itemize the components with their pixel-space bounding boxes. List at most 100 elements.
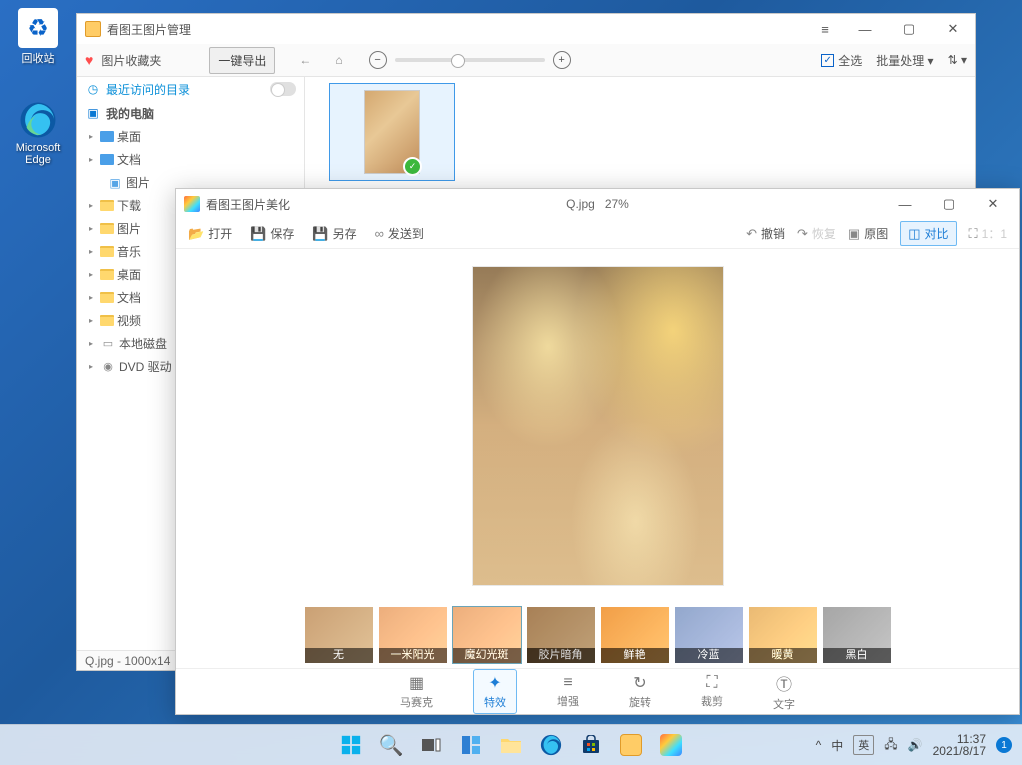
minimize-button[interactable]: — xyxy=(843,14,887,44)
maximize-button[interactable]: ▢ xyxy=(887,14,931,44)
tool-enhance[interactable]: ≡增强 xyxy=(547,671,589,712)
thumbnail-image xyxy=(364,90,420,174)
monitor-icon: ▣ xyxy=(85,106,101,120)
filter-magic[interactable]: 魔幻光斑 xyxy=(453,607,521,663)
batch-dropdown[interactable]: 批量处理 ▾ xyxy=(876,52,933,69)
zoom-control[interactable]: − + xyxy=(369,51,571,69)
explorer-button[interactable] xyxy=(493,727,529,763)
select-all[interactable]: ✓全选 xyxy=(821,52,862,69)
crop-icon: ⛶ xyxy=(969,226,978,242)
text-icon: Ⓣ xyxy=(776,671,792,695)
recent-folder-row[interactable]: ◷ 最近访问的目录 xyxy=(77,77,304,101)
clock-icon: ◷ xyxy=(85,82,101,96)
editor-titlebar[interactable]: 看图王图片美化 Q.jpg27% — ▢ ✕ xyxy=(176,189,1019,219)
folder-icon xyxy=(100,292,114,303)
tool-effect[interactable]: ✦特效 xyxy=(473,669,517,714)
widgets-button[interactable] xyxy=(453,727,489,763)
original-button[interactable]: ▣原图 xyxy=(848,225,888,242)
back-icon[interactable]: ← xyxy=(299,53,311,67)
folder-open-icon: 📂 xyxy=(188,226,204,242)
hamburger-icon[interactable]: ≡ xyxy=(807,14,843,44)
sidebar-item-desktop[interactable]: ▸桌面 xyxy=(77,125,304,148)
filter-none[interactable]: 无 xyxy=(305,607,373,663)
clock[interactable]: 11:37 2021/8/17 xyxy=(933,733,986,757)
export-button[interactable]: 一键导出 xyxy=(209,47,275,74)
ratio-button[interactable]: ⛶1：1 xyxy=(969,225,1007,242)
saveas-icon: 💾 xyxy=(312,226,328,242)
heart-icon: ♥ xyxy=(85,52,93,68)
sidebar-item-documents[interactable]: ▸文档 xyxy=(77,148,304,171)
editor-close-button[interactable]: ✕ xyxy=(971,189,1015,219)
notification-badge[interactable]: 1 xyxy=(996,737,1012,753)
folder-icon xyxy=(100,200,114,211)
taskbar: 🔍 ^ 中 英 🖧 🔊 11:37 2021/8/17 1 xyxy=(0,724,1022,765)
editor-canvas[interactable] xyxy=(176,249,1019,602)
tool-rotate[interactable]: ↻旋转 xyxy=(619,670,661,713)
start-button[interactable] xyxy=(333,727,369,763)
recycle-bin[interactable]: ♻ 回收站 xyxy=(6,8,70,66)
editor-tools: ▦马赛克 ✦特效 ≡增强 ↻旋转 ⛶裁剪 Ⓣ文字 xyxy=(176,668,1019,714)
edge-taskbar-button[interactable] xyxy=(533,727,569,763)
filter-bw[interactable]: 黑白 xyxy=(823,607,891,663)
favorites-label[interactable]: 图片收藏夹 xyxy=(101,52,161,69)
status-text: Q.jpg - 1000x14 xyxy=(85,654,170,668)
undo-button[interactable]: ↶撤销 xyxy=(746,225,785,242)
open-button[interactable]: 📂打开 xyxy=(188,225,232,242)
folder-icon xyxy=(100,269,114,280)
image-icon: ▣ xyxy=(848,226,860,242)
rotate-icon: ↻ xyxy=(633,673,646,693)
undo-icon: ↶ xyxy=(746,226,757,242)
disk-icon: ▭ xyxy=(100,337,116,351)
crop-tool-icon: ⛶ xyxy=(706,674,717,692)
zoom-slider[interactable] xyxy=(395,58,545,62)
folder-icon xyxy=(100,246,114,257)
saveas-button[interactable]: 💾另存 xyxy=(312,225,356,242)
close-button[interactable]: ✕ xyxy=(931,14,975,44)
volume-icon[interactable]: 🔊 xyxy=(908,738,923,752)
search-button[interactable]: 🔍 xyxy=(373,727,409,763)
fm-titlebar[interactable]: 看图王图片管理 ≡ — ▢ ✕ xyxy=(77,14,975,44)
redo-icon: ↷ xyxy=(797,226,808,242)
mosaic-icon: ▦ xyxy=(409,673,424,693)
sendto-button[interactable]: ∞发送到 xyxy=(375,225,424,242)
network-icon[interactable]: 🖧 xyxy=(884,735,897,756)
filter-film[interactable]: 胶片暗角 xyxy=(527,607,595,663)
app-taskbar-2[interactable] xyxy=(653,727,689,763)
compare-button[interactable]: ◫对比 xyxy=(900,221,956,246)
ime-english[interactable]: 英 xyxy=(853,735,874,755)
editor-minimize-button[interactable]: — xyxy=(883,189,927,219)
ime-chinese[interactable]: 中 xyxy=(831,737,843,754)
edited-image xyxy=(472,266,724,586)
dvd-icon: ◉ xyxy=(100,360,116,374)
editor-title-text: 看图王图片美化 xyxy=(206,196,290,213)
editor-maximize-button[interactable]: ▢ xyxy=(927,189,971,219)
filter-warm[interactable]: 暖黄 xyxy=(749,607,817,663)
taskview-button[interactable] xyxy=(413,727,449,763)
tool-mosaic[interactable]: ▦马赛克 xyxy=(390,670,443,713)
tray-chevron-icon[interactable]: ^ xyxy=(816,738,822,752)
zoom-in-icon[interactable]: + xyxy=(553,51,571,69)
save-button[interactable]: 💾保存 xyxy=(250,225,294,242)
sort-icon[interactable]: ⇅ ▾ xyxy=(948,53,967,67)
checkbox-icon: ✓ xyxy=(821,54,834,67)
recycle-icon: ♻ xyxy=(18,8,58,48)
tool-crop[interactable]: ⛶裁剪 xyxy=(691,671,733,712)
taskbar-center: 🔍 xyxy=(333,727,689,763)
app-taskbar-1[interactable] xyxy=(613,727,649,763)
filter-sunlight[interactable]: 一米阳光 xyxy=(379,607,447,663)
store-button[interactable] xyxy=(573,727,609,763)
fm-app-icon xyxy=(85,21,101,37)
filter-vivid[interactable]: 鲜艳 xyxy=(601,607,669,663)
up-icon[interactable]: ⌂ xyxy=(335,53,342,67)
thumbnail-selected[interactable] xyxy=(329,83,455,181)
edge-icon xyxy=(18,100,58,140)
recent-toggle[interactable] xyxy=(270,82,296,96)
tool-text[interactable]: Ⓣ文字 xyxy=(763,668,805,715)
editor-window: 看图王图片美化 Q.jpg27% — ▢ ✕ 📂打开 💾保存 💾另存 ∞发送到 … xyxy=(175,188,1020,715)
edge-shortcut[interactable]: Microsoft Edge xyxy=(6,100,70,166)
editor-filename: Q.jpg27% xyxy=(566,197,629,211)
fm-toolbar: ♥ 图片收藏夹 一键导出 ← ⌂ − + ✓全选 批量处理 ▾ ⇅ ▾ xyxy=(77,44,975,77)
filter-cool[interactable]: 冷蓝 xyxy=(675,607,743,663)
my-computer-row[interactable]: ▣ 我的电脑 xyxy=(77,101,304,125)
zoom-out-icon[interactable]: − xyxy=(369,51,387,69)
